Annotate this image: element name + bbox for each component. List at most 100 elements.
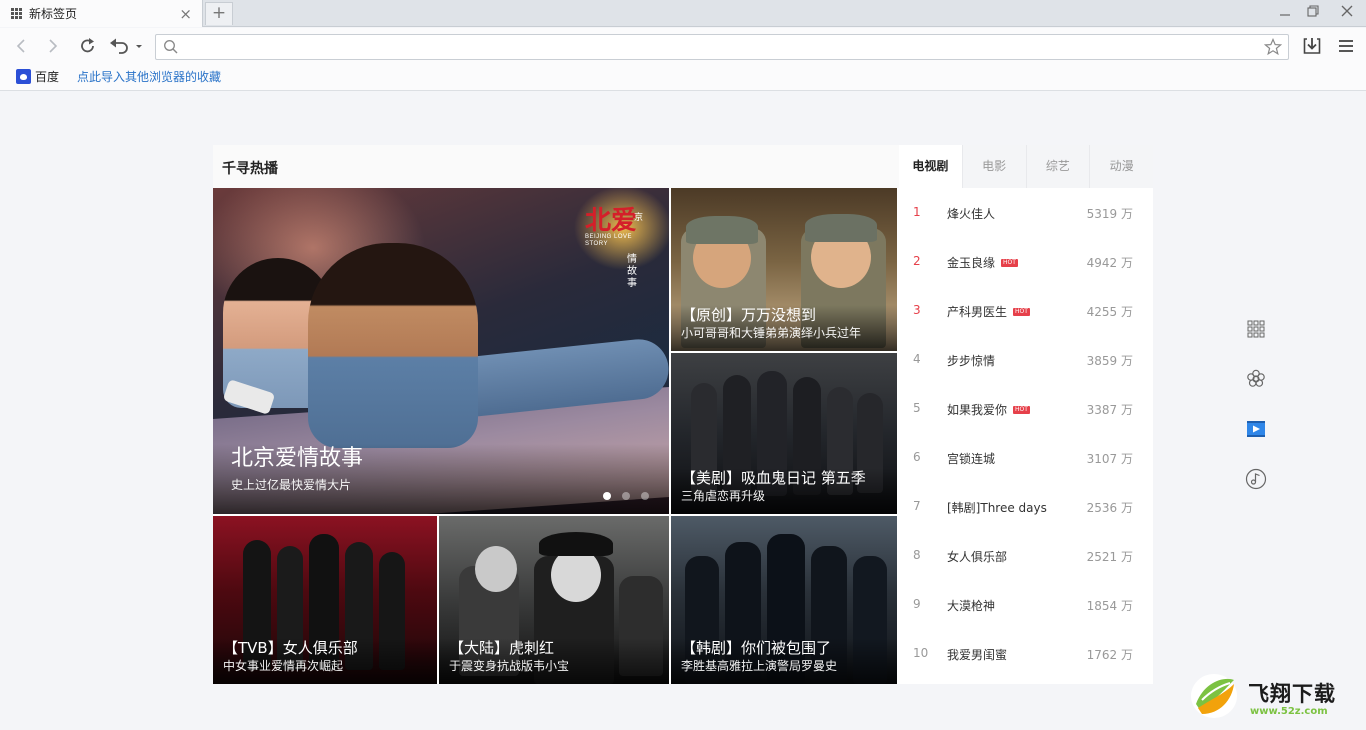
hot-video-panel: 千寻热播 京 北爱 BEIJING LOVE STORY 情故事 北京爱情故事 … [213, 145, 1153, 684]
flower-icon [1247, 369, 1265, 387]
rank-number: 10 [913, 646, 929, 660]
tab-anime[interactable]: 动漫 [1089, 145, 1153, 188]
refresh-button[interactable] [75, 34, 101, 58]
ranking-item[interactable]: 3 产科男医生 HOT 4255 万 [899, 286, 1153, 335]
close-window-button[interactable] [1332, 0, 1362, 26]
new-tab-button[interactable]: + [205, 2, 233, 25]
video-tile[interactable]: 【TVB】女人俱乐部 中女事业爱情再次崛起 [213, 516, 437, 684]
ranking-item[interactable]: 2 金玉良缘 HOT 4942 万 [899, 237, 1153, 286]
show-name: 我爱男闺蜜 [947, 648, 1008, 662]
panel-header: 千寻热播 [213, 145, 899, 188]
tab-movies[interactable]: 电影 [961, 145, 1026, 188]
tile-subtitle: 于震变身抗战版韦小宝 [449, 659, 570, 673]
rank-number: 9 [913, 597, 921, 611]
rank-number: 3 [913, 303, 921, 317]
tile-title: 【原创】万万没想到 [681, 306, 817, 324]
ranking-tabs: 电视剧 电影 综艺 动漫 [899, 145, 1153, 188]
rank-number: 4 [913, 352, 921, 366]
show-name: 步步惊情 [947, 354, 996, 368]
ranking-item[interactable]: 5 如果我爱你 HOT 3387 万 [899, 384, 1153, 433]
tile-title: 【韩剧】你们被包围了 [681, 639, 832, 657]
bookmark-baidu[interactable]: 百度 [16, 68, 59, 85]
video-tile[interactable]: 【美剧】吸血鬼日记 第五季 三角虐恋再升级 [671, 353, 897, 514]
ranking-item[interactable]: 10 我爱男闺蜜 1762 万 [899, 629, 1153, 678]
apps-grid-icon [1247, 320, 1265, 338]
video-tile[interactable]: 【原创】万万没想到 小可哥哥和大锤弟弟演绎小兵过年 [671, 188, 897, 351]
tile-title: 【TVB】女人俱乐部 [223, 639, 358, 657]
music-button[interactable] [1245, 468, 1267, 490]
tab-variety[interactable]: 综艺 [1025, 145, 1090, 188]
ranking-item[interactable]: 1 烽火佳人 5319 万 [899, 188, 1153, 237]
ranking-item[interactable]: 4 步步惊情 3859 万 [899, 335, 1153, 384]
download-icon [1303, 38, 1321, 54]
forward-button[interactable] [40, 34, 66, 58]
view-count: 3107 万 [1086, 452, 1133, 466]
ranking-item[interactable]: 7 [韩剧]Three days 2536 万 [899, 482, 1153, 531]
view-count: 2521 万 [1086, 550, 1133, 564]
carousel-dot[interactable] [622, 492, 630, 500]
view-count: 4255 万 [1086, 305, 1133, 319]
search-icon [164, 40, 178, 54]
show-name: [韩剧]Three days [947, 501, 1047, 515]
ranking-list: 1 烽火佳人 5319 万 2 金玉良缘 HOT 4942 万 3 产科男医生 HO… [899, 188, 1153, 678]
address-bar[interactable] [155, 34, 1289, 60]
baidu-paw-icon [16, 69, 31, 84]
tile-caption: 【大陆】虎刺红 于震变身抗战版韦小宝 [439, 638, 669, 684]
carousel-dot[interactable] [641, 492, 649, 500]
import-bookmarks-link[interactable]: 点此导入其他浏览器的收藏 [77, 68, 221, 85]
download-button[interactable] [1299, 34, 1325, 58]
undo-close-button[interactable] [108, 34, 146, 58]
view-count: 4942 万 [1086, 256, 1133, 270]
view-count: 5319 万 [1086, 207, 1133, 221]
video-button[interactable] [1245, 418, 1267, 440]
tab-tv-series[interactable]: 电视剧 [899, 145, 962, 188]
star-icon[interactable] [1264, 38, 1282, 56]
ranking-item[interactable]: 8 女人俱乐部 2521 万 [899, 531, 1153, 580]
watermark-url: www.52z.com [1250, 706, 1328, 717]
tile-subtitle: 李胜基高雅拉上演警局罗曼史 [681, 659, 838, 673]
hot-badge: HOT [1013, 406, 1030, 414]
tab-title: 新标签页 [29, 7, 78, 21]
tile-caption: 【TVB】女人俱乐部 中女事业爱情再次崛起 [213, 638, 437, 684]
address-input[interactable] [182, 37, 1252, 57]
close-icon [1341, 5, 1353, 17]
hamburger-menu-icon [1339, 40, 1353, 52]
show-name: 金玉良缘 HOT [947, 256, 1018, 270]
tab-close-icon[interactable]: × [179, 5, 192, 23]
ranking-item[interactable]: 9 大漠枪神 1854 万 [899, 580, 1153, 629]
forward-arrow-icon [49, 39, 58, 53]
hot-badge: HOT [1013, 308, 1030, 316]
menu-button[interactable] [1333, 34, 1359, 58]
apps-grid-icon [11, 7, 23, 20]
watermark-name: 飞翔下载 [1248, 682, 1336, 706]
tile-caption: 【美剧】吸血鬼日记 第五季 三角虐恋再升级 [671, 468, 897, 514]
video-tile[interactable]: 【韩剧】你们被包围了 李胜基高雅拉上演警局罗曼史 [671, 516, 897, 684]
view-count: 1762 万 [1086, 648, 1133, 662]
feature-caption: 北京爱情故事 史上过亿最快爱情大片 [213, 444, 669, 514]
video-tile[interactable]: 【大陆】虎刺红 于震变身抗战版韦小宝 [439, 516, 669, 684]
feature-subtitle: 史上过亿最快爱情大片 [231, 478, 352, 492]
carousel-dot[interactable] [603, 492, 611, 500]
restore-button[interactable] [1298, 0, 1328, 26]
feature-title: 北京爱情故事 [231, 446, 364, 471]
ranking-item[interactable]: 6 宫锁连城 3107 万 [899, 433, 1153, 482]
restore-icon [1307, 5, 1319, 17]
active-tab[interactable]: 新标签页 × [0, 0, 203, 27]
apps-grid-button[interactable] [1245, 318, 1267, 340]
feature-tile[interactable]: 京 北爱 BEIJING LOVE STORY 情故事 北京爱情故事 史上过亿最… [213, 188, 669, 514]
minimize-button[interactable] [1270, 0, 1300, 26]
back-button[interactable] [8, 34, 34, 58]
rank-number: 8 [913, 548, 921, 562]
tab-strip: 新标签页 × + [0, 0, 1366, 27]
show-name: 大漠枪神 [947, 599, 996, 613]
tile-title: 【大陆】虎刺红 [449, 639, 555, 657]
show-name: 女人俱乐部 [947, 550, 1008, 564]
flower-button[interactable] [1245, 368, 1267, 390]
tile-subtitle: 三角虐恋再升级 [681, 489, 766, 503]
minimize-icon [1280, 14, 1290, 16]
view-count: 3859 万 [1086, 354, 1133, 368]
music-icon [1245, 468, 1267, 490]
movie-logo: 京 北爱 BEIJING LOVE STORY 情故事 [585, 206, 643, 289]
rank-number: 1 [913, 205, 921, 219]
back-arrow-icon [16, 39, 25, 53]
